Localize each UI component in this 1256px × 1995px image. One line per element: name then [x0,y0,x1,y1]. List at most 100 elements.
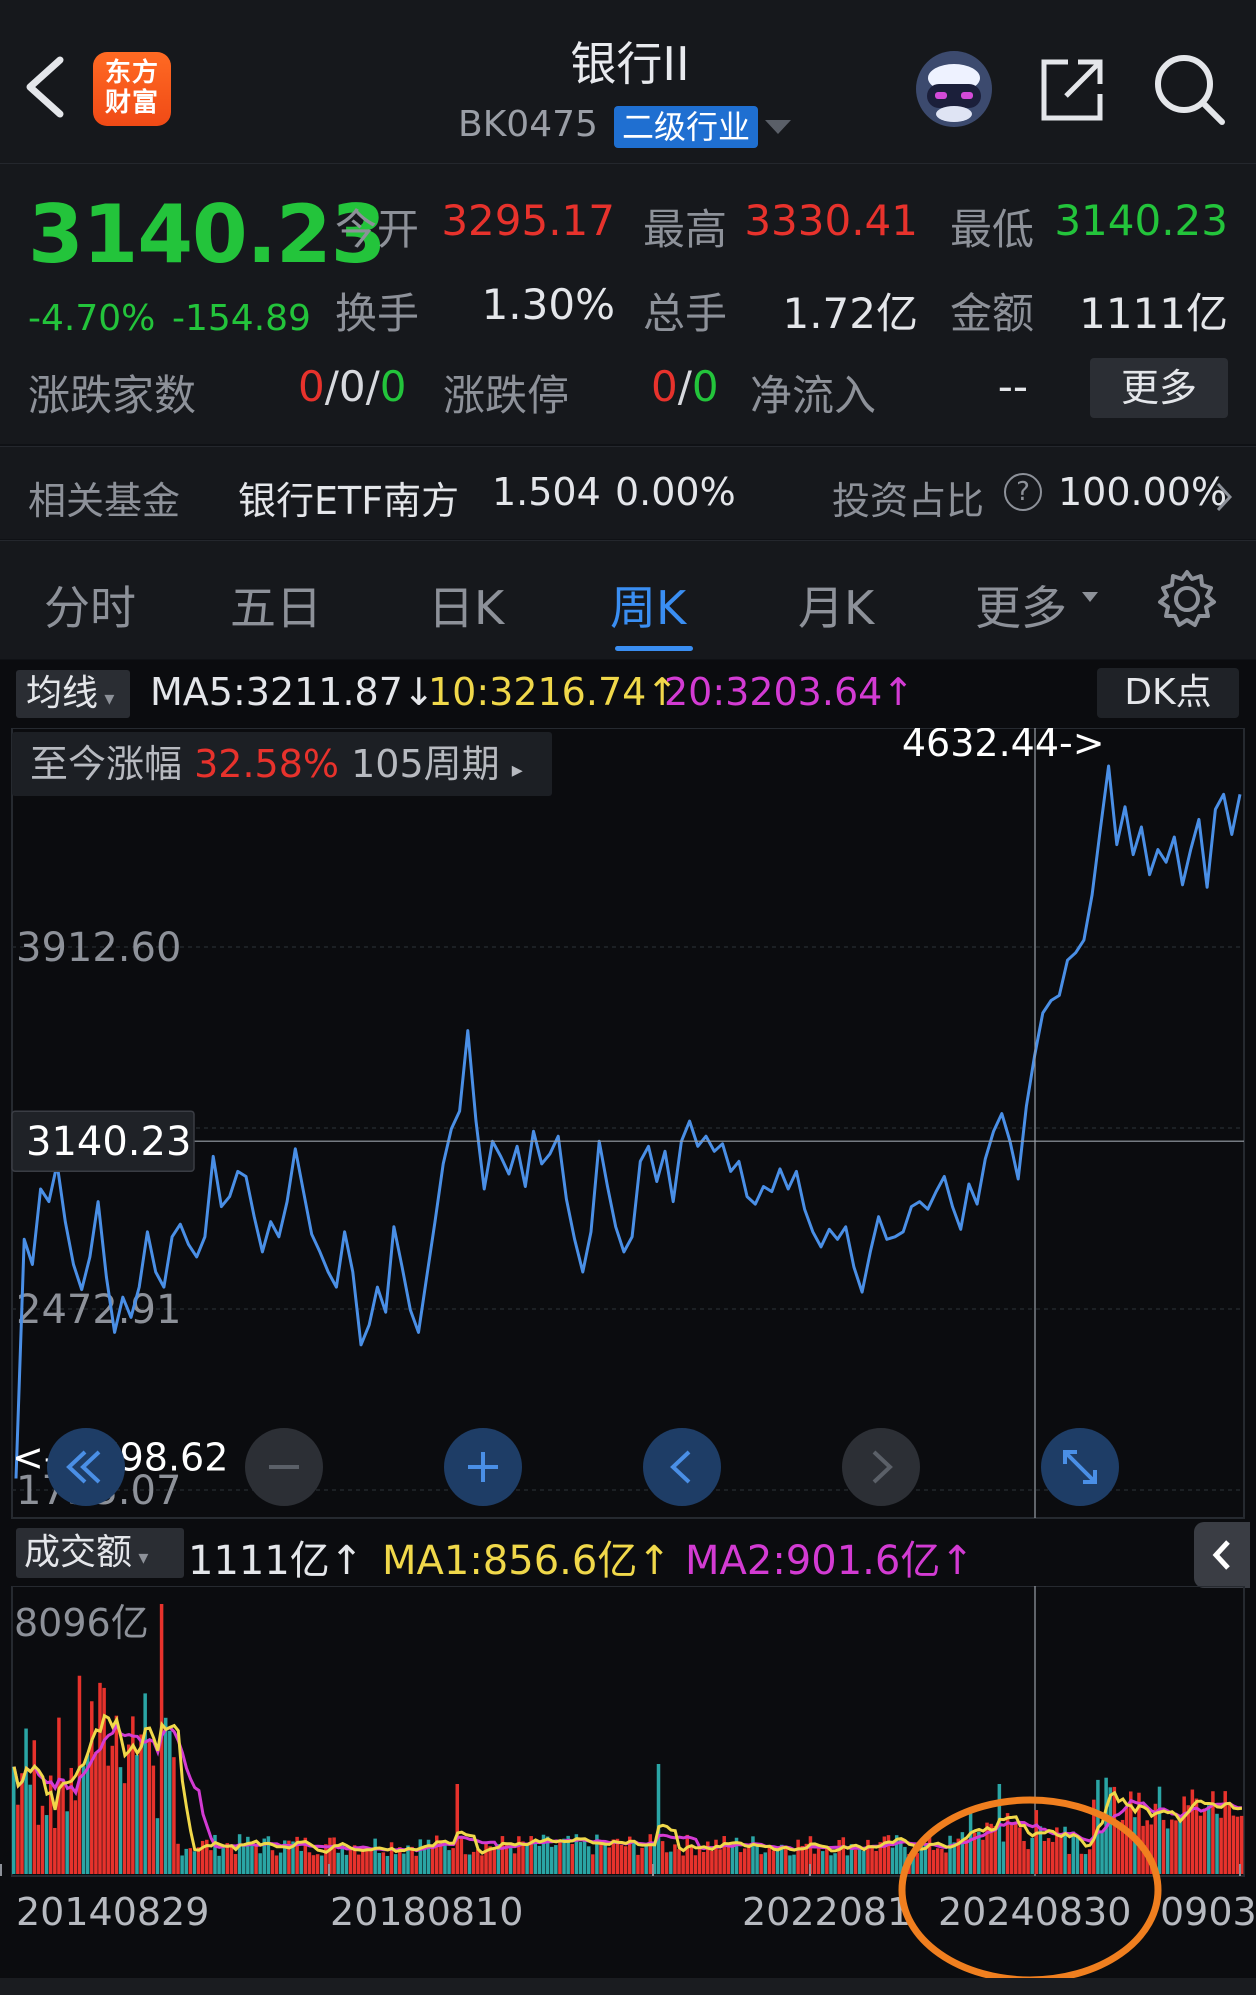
chart-frame [11,728,1245,1519]
tab-daily-k[interactable]: 日K [428,572,504,638]
volume-bar [484,1842,488,1874]
volume-bar [176,1843,180,1874]
sep-1: / [324,362,339,411]
volume-amount-text: 1111亿 [188,1538,330,1584]
volume-bar [554,1845,558,1874]
volume-bar [533,1841,538,1874]
search-icon [1155,55,1225,125]
dk-point-button[interactable]: DK点 [1097,668,1239,718]
volume-bar [315,1854,320,1874]
volume-bar [373,1838,377,1874]
volume-bar [172,1757,176,1874]
volume-bar [767,1845,772,1874]
volume-bar [209,1850,213,1874]
zoom-in-button[interactable] [444,1428,522,1506]
volume-bar [784,1848,788,1874]
volume-bar [537,1845,542,1874]
volume-ma1: MA1:856.6亿↑ [382,1528,671,1586]
volume-bar [644,1845,648,1874]
volume-bar [221,1848,225,1874]
dropdown-triangle-icon[interactable] [765,120,791,134]
volume-select-label: 成交额 [24,1532,133,1573]
last-price: 3140.23 [28,188,386,281]
back-button[interactable] [22,52,74,122]
volume-bar [640,1847,644,1874]
price-chart[interactable]: 3912.603192.752472.911753.073140.234632.… [0,728,1256,1520]
volume-bar [237,1834,242,1874]
volume-bar [16,1804,20,1874]
volume-bar [131,1716,135,1874]
volume-bar [586,1846,591,1874]
volume-bar [151,1765,156,1874]
volume-bar [36,1824,41,1874]
volume-bar [1231,1815,1236,1874]
tab-weekly-k[interactable]: 周K [610,572,686,638]
scroll-right-button[interactable] [842,1428,920,1506]
fullscreen-button[interactable] [1041,1428,1119,1506]
search-button[interactable] [1152,52,1226,126]
volume-bar [40,1805,45,1874]
max-price-label: 4632.44-> [902,728,1105,765]
volume-bar [476,1849,480,1874]
volume-bar [718,1849,722,1874]
tab-intraday[interactable]: 分时 [44,572,136,638]
volume-bar [471,1851,476,1874]
settings-gear-icon[interactable] [1156,568,1218,630]
volume-bar [829,1855,833,1874]
robot-assistant-button[interactable] [913,48,995,130]
volume-bar [1178,1817,1182,1874]
volume-bar [845,1855,850,1874]
tab-five-day[interactable]: 五日 [230,572,322,638]
double-chevron-left-icon [66,1450,101,1484]
volume-ma2: MA2:901.6亿↑ [685,1528,974,1586]
volume-bar [344,1854,349,1874]
chevron-left-icon [1212,1540,1230,1570]
flat-count: 0 [338,362,366,411]
help-icon[interactable]: ? [1004,473,1042,511]
volume-bar [1198,1815,1203,1874]
open-value: 3295.17 [441,196,615,245]
zoom-out-button[interactable] [245,1428,323,1506]
more-quote-button[interactable]: 更多 [1090,358,1228,418]
chevron-left-icon [670,1450,691,1484]
collapse-panel-button[interactable] [1194,1522,1250,1588]
app-logo[interactable]: 东方 财富 [93,52,171,126]
volume-bar [393,1854,398,1874]
indicator-select[interactable]: 均线 ▾ [16,670,130,718]
volume-bar [184,1848,188,1874]
scroll-left-button[interactable] [643,1428,721,1506]
share-icon [1041,59,1103,121]
volume-bar [385,1855,390,1874]
volume-bar [673,1844,677,1874]
volume-bar [689,1844,694,1874]
ma20-arrow: ↑ [882,670,915,714]
volume-bar [1227,1802,1232,1874]
highlight-circle [898,1796,1162,1984]
volume-bar [492,1847,496,1874]
volume-bar [862,1850,866,1874]
volume-bar [114,1715,119,1874]
gain-since-box[interactable]: 至今涨幅 32.58% 105周期 ▸ [12,732,552,796]
volume-bar [44,1815,49,1874]
volume-bar [669,1851,673,1874]
volume-bar [549,1846,554,1874]
chevron-right-icon [1216,482,1233,512]
volume-bar [788,1855,792,1874]
volume-bar [168,1730,172,1874]
scroll-far-left-button[interactable] [47,1428,125,1506]
volume-bar [311,1855,316,1874]
fund-name[interactable]: 银行ETF南方 [238,470,459,525]
price-line [14,764,1242,1479]
volume-bar [53,1827,57,1874]
volume-bar [853,1849,858,1874]
tab-more[interactable]: 更多 [975,572,1067,638]
volume-bar [340,1845,345,1874]
volume-indicator-select[interactable]: 成交额 ▾ [16,1528,184,1578]
volume-bar [837,1839,841,1874]
adv-dec-value: 0/0/0 [298,362,407,411]
volume-bar [759,1854,763,1874]
tab-monthly-k[interactable]: 月K [798,572,874,638]
volume-bar [636,1854,640,1874]
volume-bar [430,1848,435,1874]
share-button[interactable] [1038,56,1106,124]
